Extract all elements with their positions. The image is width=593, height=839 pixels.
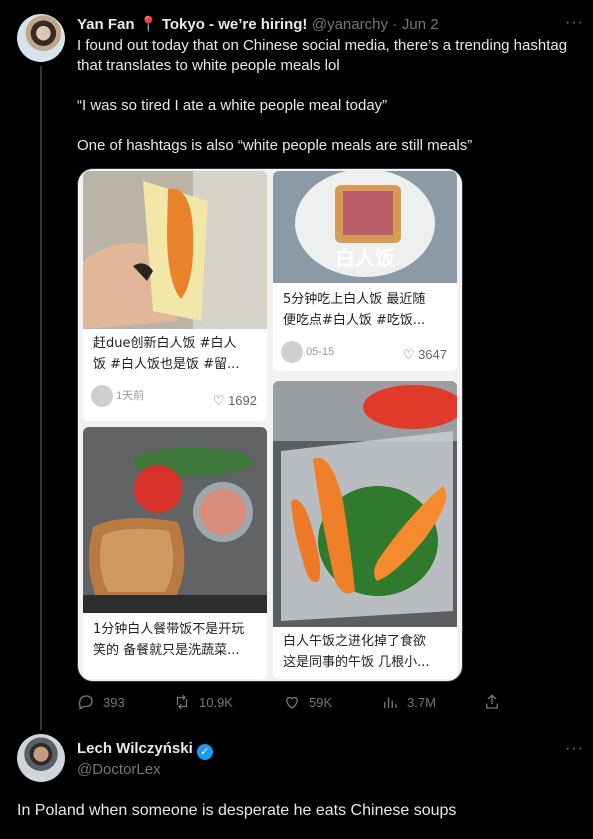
separator-dot: · <box>392 16 398 33</box>
tweet2-text: In Poland when someone is desperate he e… <box>17 802 457 819</box>
author-name-extra[interactable]: 📍 Tokyo - we’re hiring! <box>139 16 307 33</box>
retweet-button[interactable]: 10.9K <box>173 693 233 711</box>
reply-button[interactable]: 393 <box>77 693 125 711</box>
post-card[interactable]: 白人饭 5分钟吃上白人饭 最近随 便吃点#白人饭 #吃饭... 05-15 ♡ … <box>273 171 457 371</box>
views-icon <box>384 697 397 708</box>
retweet-icon <box>176 694 188 710</box>
post-caption: 1分钟白人餐带饭不是开玩 <box>93 622 245 637</box>
avatar-yan-fan[interactable] <box>17 14 65 62</box>
heart-icon: ♡ <box>212 393 225 408</box>
more-options-icon[interactable]: ··· <box>565 14 584 32</box>
share-button[interactable] <box>483 693 501 711</box>
sandwich-photo: 白人饭 <box>273 171 457 283</box>
post-caption: 饭 #白人饭也是饭 #留... <box>93 357 240 372</box>
post-caption: 白人午饭之进化掉了食欲 <box>283 634 427 649</box>
tweet-line: I found out today that on Chinese social… <box>77 37 568 54</box>
verified-icon: ✓ <box>196 744 213 760</box>
thread-line <box>40 66 42 730</box>
post-time: 05-15 <box>306 345 335 358</box>
views-button[interactable]: 3.7M <box>381 693 436 711</box>
reply-count: 393 <box>103 694 125 710</box>
more-options-icon[interactable]: ··· <box>565 740 584 758</box>
carrots-salad-photo <box>273 381 457 627</box>
avatar-lech[interactable] <box>17 734 65 782</box>
post-card[interactable]: 白人午饭之进化掉了食欲 这是同事的午饭 几根小... <box>273 381 457 679</box>
reply-icon <box>78 695 93 710</box>
retweet-count: 10.9K <box>199 694 233 710</box>
post-time: 1天前 <box>116 389 145 402</box>
tweet-body: I found out today that on Chinese social… <box>77 36 587 156</box>
post-caption: 5分钟吃上白人饭 最近随 <box>283 292 426 307</box>
post-card[interactable]: 赶due创新白人饭 #白人 饭 #白人饭也是饭 #留... 1天前 ♡ 1692 <box>83 171 267 421</box>
post-likes: ♡ 3647 <box>402 347 447 362</box>
tweet2-header: Lech Wilczyński ✓ <box>77 740 213 760</box>
post-likes: ♡ 1692 <box>212 393 257 408</box>
tweet-line: One of hashtags is also “white people me… <box>77 137 473 154</box>
author-name[interactable]: Yan Fan <box>77 16 135 33</box>
bread-tuna-photo <box>83 427 267 613</box>
avatar-blurred <box>91 385 113 407</box>
post-caption: 便吃点#白人饭 #吃饭... <box>283 313 426 328</box>
post-caption: 这是同事的午饭 几根小... <box>283 655 430 670</box>
tweet-media-image[interactable]: 赶due创新白人饭 #白人 饭 #白人饭也是饭 #留... 1天前 ♡ 1692… <box>77 168 463 682</box>
views-count: 3.7M <box>407 694 436 710</box>
avatar-blurred <box>281 341 303 363</box>
tweet-line: that translates to white people meals lo… <box>77 57 340 74</box>
heart-icon: ♡ <box>402 347 415 362</box>
like-button[interactable]: 59K <box>283 693 332 711</box>
tweet-header: Yan Fan 📍 Tokyo - we’re hiring! @yanarch… <box>77 15 577 34</box>
author-name[interactable]: Lech Wilczyński <box>77 740 193 757</box>
cheese-carrot-photo <box>83 171 267 329</box>
tweet-actions: 393 10.9K 59K 3.7M <box>77 693 517 713</box>
share-icon <box>486 694 498 709</box>
like-count: 59K <box>309 694 333 710</box>
post-caption: 赶due创新白人饭 #白人 <box>93 336 237 351</box>
overlay-text: 白人饭 <box>335 246 395 270</box>
post-caption: 笑的 备餐就只是洗蔬菜... <box>93 643 240 658</box>
tweet-line: “I was so tired I ate a white people mea… <box>77 97 388 114</box>
author-handle[interactable]: @DoctorLex <box>77 761 161 778</box>
tweet-date[interactable]: Jun 2 <box>402 16 439 33</box>
author-handle[interactable]: @yanarchy <box>312 16 388 33</box>
like-icon <box>286 696 298 709</box>
post-card[interactable]: 1分钟白人餐带饭不是开玩 笑的 备餐就只是洗蔬菜... <box>83 427 267 679</box>
